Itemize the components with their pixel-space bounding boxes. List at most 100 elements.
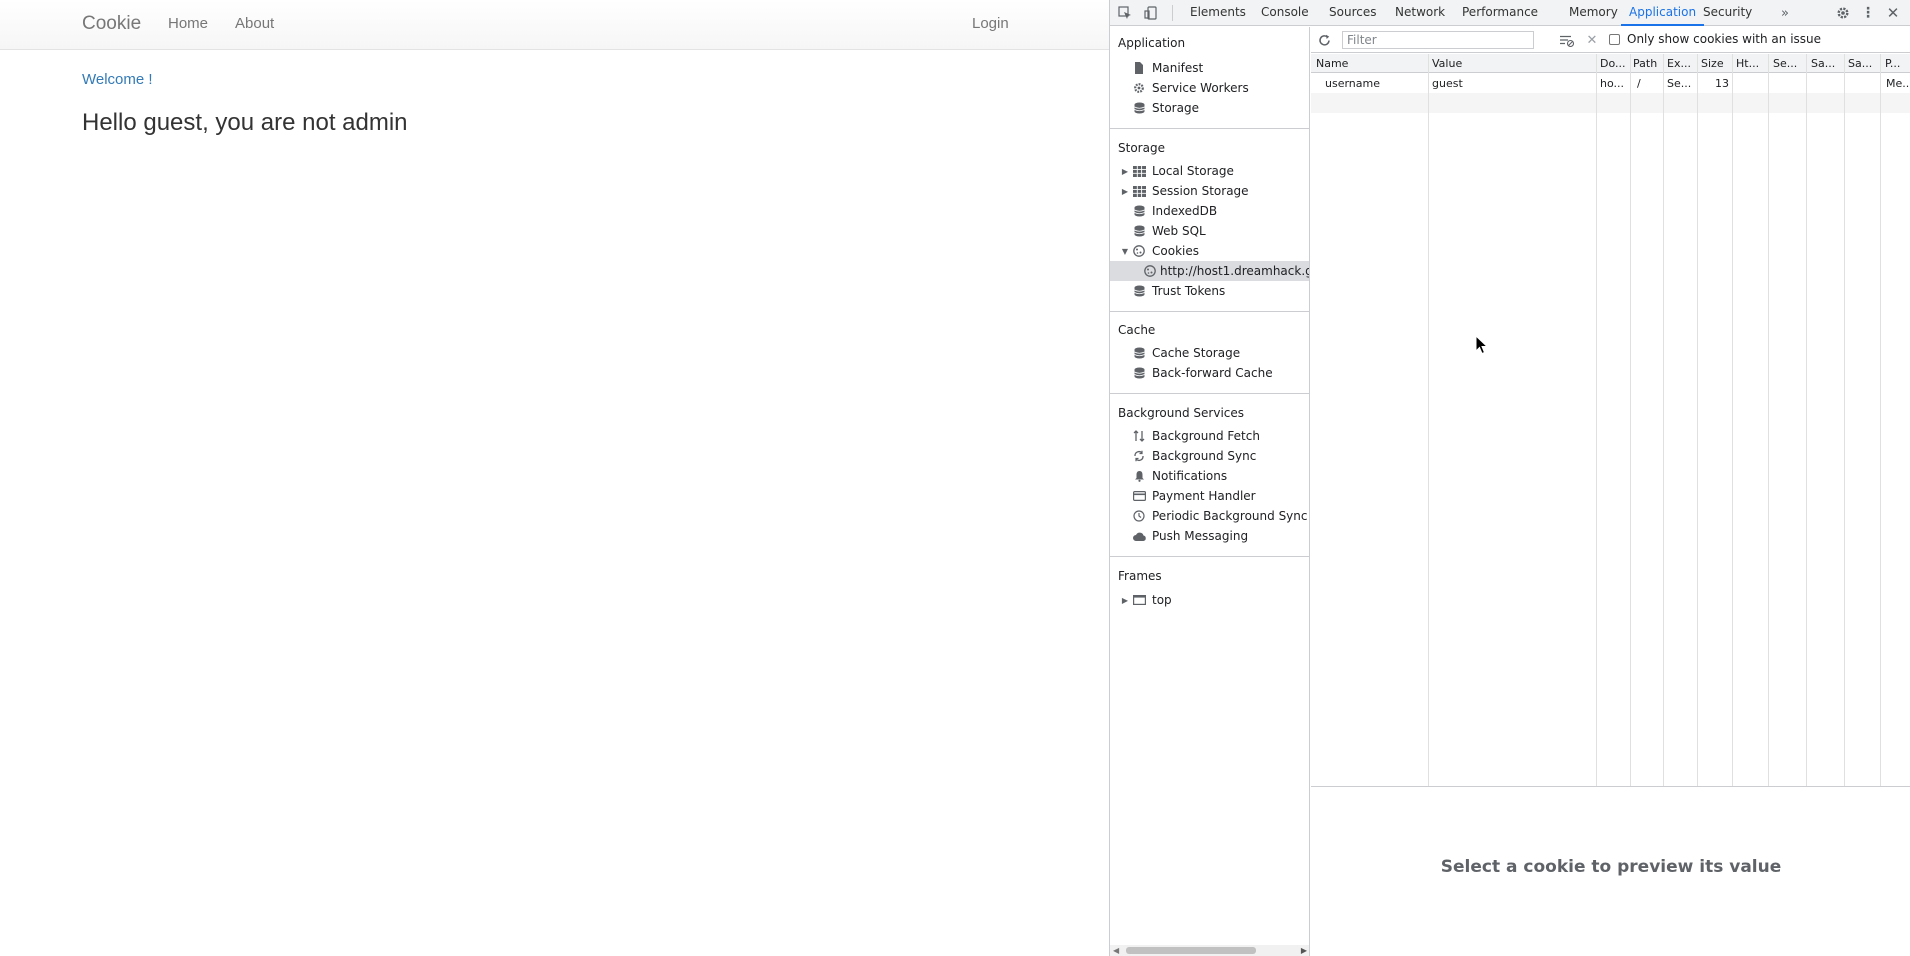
tab-performance[interactable]: Performance xyxy=(1462,0,1538,26)
kebab-menu-icon[interactable]: ⋮ xyxy=(1859,4,1877,22)
credit-card-icon xyxy=(1130,491,1148,501)
sidebar-horizontal-scrollbar[interactable]: ◀ ▶ xyxy=(1110,945,1309,956)
column-divider[interactable] xyxy=(1880,54,1881,786)
database-icon xyxy=(1130,205,1148,217)
greeting-heading: Hello guest, you are not admin xyxy=(82,109,408,136)
section-title-application: Application xyxy=(1118,36,1186,50)
scrollbar-thumb[interactable] xyxy=(1126,947,1256,954)
expand-arrow-icon[interactable]: ▶ xyxy=(1120,167,1130,176)
section-divider xyxy=(1110,556,1309,557)
column-divider[interactable] xyxy=(1844,54,1845,786)
expand-arrow-icon[interactable]: ▶ xyxy=(1120,596,1130,605)
delete-icon[interactable]: ✕ xyxy=(1583,31,1601,49)
sidebar-item-label: Web SQL xyxy=(1152,224,1206,238)
sidebar-item-label: Cookies xyxy=(1152,244,1199,258)
column-header-domain[interactable]: Do... xyxy=(1600,57,1628,70)
column-header-httponly[interactable]: Ht... xyxy=(1736,57,1764,70)
sidebar-item-payment-handler[interactable]: Payment Handler xyxy=(1110,486,1309,506)
cell-size: 13 xyxy=(1715,77,1729,90)
scroll-right-icon[interactable]: ▶ xyxy=(1301,946,1307,955)
section-divider xyxy=(1110,128,1309,129)
sidebar-item-manifest[interactable]: Manifest xyxy=(1110,58,1309,78)
nav-home-link[interactable]: Home xyxy=(168,15,208,32)
sidebar-item-cache-storage[interactable]: Cache Storage xyxy=(1110,343,1309,363)
column-divider[interactable] xyxy=(1697,54,1698,786)
sidebar-item-frame-top[interactable]: ▶ top xyxy=(1110,590,1309,610)
sidebar-item-cookie-origin[interactable]: http://host1.dreamhack.games: xyxy=(1110,261,1309,281)
column-divider[interactable] xyxy=(1732,54,1733,786)
column-header-value[interactable]: Value xyxy=(1432,57,1592,70)
column-header-name[interactable]: Name xyxy=(1316,57,1426,70)
table-row[interactable]: username guest ho... / Se... 13 Me... xyxy=(1311,73,1910,93)
column-header-samesite[interactable]: Sa... xyxy=(1811,57,1839,70)
gear-icon[interactable] xyxy=(1834,4,1852,22)
only-issues-checkbox[interactable] xyxy=(1609,34,1620,45)
sidebar-item-back-forward-cache[interactable]: Back-forward Cache xyxy=(1110,363,1309,383)
document-icon xyxy=(1130,62,1148,74)
sidebar-item-session-storage[interactable]: ▶ Session Storage xyxy=(1110,181,1309,201)
grid-icon xyxy=(1130,185,1148,197)
database-icon xyxy=(1130,367,1148,379)
table-header: Name Value Do... Path Ex... Size Ht... S… xyxy=(1311,54,1910,73)
expand-arrow-icon[interactable]: ▶ xyxy=(1120,187,1130,196)
sidebar-item-periodic-background-sync[interactable]: Periodic Background Sync xyxy=(1110,506,1309,526)
column-header-secure[interactable]: Se... xyxy=(1773,57,1801,70)
clear-filtered-cookies-icon[interactable] xyxy=(1558,31,1576,49)
sidebar-item-label: Local Storage xyxy=(1152,164,1234,178)
web-page: Cookie Home About Login Welcome ! Hello … xyxy=(0,0,1109,956)
sidebar-item-trust-tokens[interactable]: Trust Tokens xyxy=(1110,281,1309,301)
application-sidebar: Application Manifest Service Workers Sto… xyxy=(1110,27,1310,956)
cookie-icon xyxy=(1144,265,1156,277)
collapse-arrow-icon[interactable]: ▼ xyxy=(1120,247,1130,256)
sidebar-item-storage-overview[interactable]: Storage xyxy=(1110,98,1309,118)
sidebar-item-local-storage[interactable]: ▶ Local Storage xyxy=(1110,161,1309,181)
sidebar-item-label: Payment Handler xyxy=(1152,489,1256,503)
cell-name: username xyxy=(1325,77,1380,90)
section-divider xyxy=(1110,393,1309,394)
close-icon[interactable]: ✕ xyxy=(1884,4,1902,22)
column-divider[interactable] xyxy=(1596,54,1597,786)
nav-login-link[interactable]: Login xyxy=(972,15,1009,32)
nav-about-link[interactable]: About xyxy=(235,15,274,32)
device-toolbar-icon[interactable] xyxy=(1142,4,1160,22)
sidebar-item-push-messaging[interactable]: Push Messaging xyxy=(1110,526,1309,546)
cell-domain: ho... xyxy=(1600,77,1624,90)
bell-icon xyxy=(1130,470,1148,482)
column-header-expires[interactable]: Ex... xyxy=(1667,57,1695,70)
column-divider[interactable] xyxy=(1630,54,1631,786)
column-header-path[interactable]: Path xyxy=(1633,57,1661,70)
column-divider[interactable] xyxy=(1768,54,1769,786)
sidebar-item-background-sync[interactable]: Background Sync xyxy=(1110,446,1309,466)
tab-elements[interactable]: Elements xyxy=(1190,0,1246,26)
tab-network[interactable]: Network xyxy=(1395,0,1445,26)
tab-console[interactable]: Console xyxy=(1261,0,1309,26)
sidebar-item-label: Session Storage xyxy=(1152,184,1249,198)
column-header-priority[interactable]: P... xyxy=(1885,57,1910,70)
brand-link[interactable]: Cookie xyxy=(82,13,141,35)
refresh-icon[interactable] xyxy=(1315,31,1333,49)
inspect-element-icon[interactable] xyxy=(1116,4,1134,22)
column-divider[interactable] xyxy=(1663,54,1664,786)
sidebar-item-cookies[interactable]: ▼ Cookies xyxy=(1110,241,1309,261)
column-divider[interactable] xyxy=(1428,54,1429,786)
sidebar-item-service-workers[interactable]: Service Workers xyxy=(1110,78,1309,98)
sidebar-item-label: Periodic Background Sync xyxy=(1152,509,1308,523)
sidebar-item-indexeddb[interactable]: IndexedDB xyxy=(1110,201,1309,221)
tab-security[interactable]: Security xyxy=(1703,0,1752,26)
tab-memory[interactable]: Memory xyxy=(1569,0,1618,26)
navbar: Cookie Home About Login xyxy=(0,0,1109,50)
tab-application[interactable]: Application xyxy=(1621,0,1705,26)
section-divider xyxy=(1110,311,1309,312)
column-header-size[interactable]: Size xyxy=(1701,57,1731,70)
column-header-sameparty[interactable]: Sa... xyxy=(1848,57,1876,70)
column-divider[interactable] xyxy=(1806,54,1807,786)
scroll-left-icon[interactable]: ◀ xyxy=(1113,946,1119,955)
sidebar-item-background-fetch[interactable]: Background Fetch xyxy=(1110,426,1309,446)
tab-sources[interactable]: Sources xyxy=(1329,0,1376,26)
preview-placeholder-text: Select a cookie to preview its value xyxy=(1440,857,1782,877)
sidebar-item-notifications[interactable]: Notifications xyxy=(1110,466,1309,486)
sidebar-item-web-sql[interactable]: Web SQL xyxy=(1110,221,1309,241)
more-tabs-icon[interactable]: » xyxy=(1776,4,1794,22)
filter-input[interactable] xyxy=(1342,31,1534,49)
cell-priority: Me... xyxy=(1886,77,1910,90)
